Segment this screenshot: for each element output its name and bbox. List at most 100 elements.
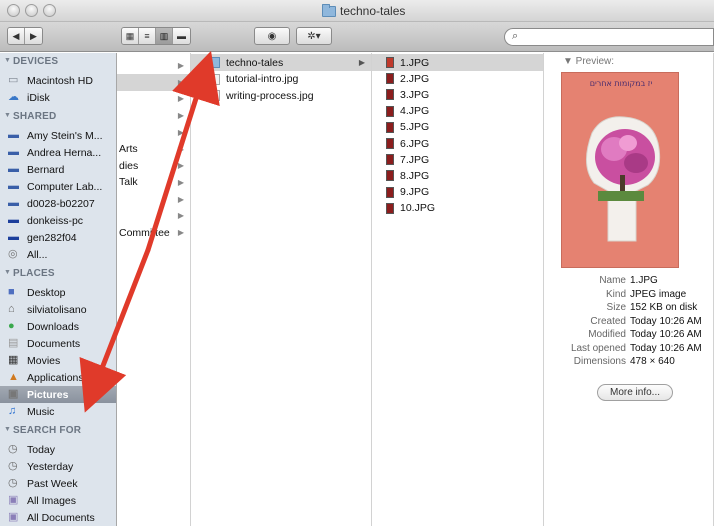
sidebar-item-all[interactable]: ◎ All... bbox=[0, 246, 116, 263]
chevron-right-icon: ▶ bbox=[177, 127, 184, 137]
file-item[interactable]: 9.JPG bbox=[372, 184, 543, 201]
info-value: Today 10:26 AM bbox=[630, 329, 702, 340]
more-info-button[interactable]: More info... bbox=[597, 384, 673, 401]
item-label: 8.JPG bbox=[400, 169, 430, 182]
list-item[interactable]: dies ▶ bbox=[117, 157, 190, 174]
sidebar-item-label: All... bbox=[27, 248, 48, 261]
list-view-button[interactable]: ≡ bbox=[139, 28, 156, 44]
quick-look-button[interactable]: ◉ bbox=[254, 27, 290, 45]
info-key: Name bbox=[599, 275, 626, 286]
desktop-icon: ■ bbox=[8, 286, 15, 298]
info-key: Size bbox=[606, 302, 626, 313]
icon-view-button[interactable]: ▦ bbox=[122, 28, 139, 44]
list-item[interactable]: ▶ bbox=[117, 73, 190, 91]
list-item[interactable]: ▶ bbox=[117, 90, 190, 107]
sidebar-item-documents[interactable]: ▤ Documents bbox=[0, 335, 116, 352]
item-label: 3.JPG bbox=[400, 88, 430, 101]
file-item[interactable]: 5.JPG bbox=[372, 119, 543, 136]
file-item[interactable]: 7.JPG bbox=[372, 151, 543, 168]
file-item[interactable]: writing-process.jpg bbox=[191, 87, 371, 104]
file-item[interactable]: 2.JPG bbox=[372, 70, 543, 87]
window-title-text: techno-tales bbox=[340, 4, 406, 18]
info-row: Dimensions 478 × 640 bbox=[544, 356, 714, 370]
sidebar-item-idisk[interactable]: ☁ iDisk bbox=[0, 89, 116, 106]
folder-item[interactable]: techno-tales ▶ bbox=[191, 54, 371, 71]
sidebar-item-all-images[interactable]: ▣ All Images bbox=[0, 492, 116, 509]
item-label: 10.JPG bbox=[400, 202, 436, 215]
list-item[interactable]: ▶ bbox=[117, 107, 190, 124]
disclosure-triangle-icon[interactable]: ▼ bbox=[4, 112, 11, 119]
smart-folder-icon: ▣ bbox=[8, 511, 19, 523]
search-field[interactable]: ⌕ bbox=[504, 28, 714, 46]
disclosure-triangle-icon[interactable]: ▼ bbox=[4, 57, 11, 64]
sidebar-item-label: Applications bbox=[27, 371, 84, 384]
forward-button[interactable]: ▶ bbox=[25, 28, 42, 44]
minimize-window-button[interactable] bbox=[25, 4, 38, 17]
sidebar-item-desktop[interactable]: ■ Desktop bbox=[0, 284, 116, 301]
list-item[interactable]: Committee ▶ bbox=[117, 224, 190, 241]
item-label: 1.JPG bbox=[400, 56, 430, 69]
sidebar-section-search-for[interactable]: SEARCH FOR ▼ bbox=[4, 425, 81, 436]
disclosure-triangle-icon[interactable]: ▼ bbox=[4, 426, 11, 433]
sidebar-item-pictures[interactable]: ▣ Pictures bbox=[0, 386, 116, 403]
sidebar-section-shared[interactable]: SHARED ▼ bbox=[4, 111, 56, 122]
file-item[interactable]: 4.JPG bbox=[372, 103, 543, 120]
zoom-window-button[interactable] bbox=[43, 4, 56, 17]
info-value: 478 × 640 bbox=[630, 356, 675, 367]
file-item[interactable]: 8.JPG bbox=[372, 167, 543, 184]
action-menu-button[interactable]: ✲▾ bbox=[296, 27, 332, 45]
info-value: 152 KB on disk bbox=[630, 302, 698, 313]
list-item[interactable]: ▶ bbox=[117, 124, 190, 141]
sidebar-item-silviatolisano[interactable]: ⌂ silviatolisano bbox=[0, 301, 116, 318]
list-item[interactable]: Talk ▶ bbox=[117, 174, 190, 191]
info-value: Today 10:26 AM bbox=[630, 315, 702, 327]
file-item[interactable]: 3.JPG bbox=[372, 86, 543, 103]
view-switcher: ▦ ≡ ▥ ▬ bbox=[121, 27, 191, 45]
file-item[interactable]: 6.JPG bbox=[372, 135, 543, 152]
sidebar-item-label: Computer Lab... bbox=[27, 180, 103, 193]
chevron-right-icon: ▶ bbox=[177, 211, 184, 221]
sidebar-item-donkeiss-pc[interactable]: ▬ donkeiss-pc bbox=[0, 212, 116, 229]
sidebar-item-past-week[interactable]: ◷ Past Week bbox=[0, 475, 116, 492]
computer-icon: ▬ bbox=[8, 163, 19, 175]
sidebar-item-label: All Images bbox=[27, 494, 77, 507]
disclosure-triangle-icon[interactable]: ▼ bbox=[4, 269, 11, 276]
list-item[interactable]: ▶ bbox=[117, 191, 190, 208]
sidebar-item-applications[interactable]: ▲ Applications bbox=[0, 369, 116, 386]
file-item[interactable]: tutorial-intro.jpg bbox=[191, 71, 371, 88]
column-view-button[interactable]: ▥ bbox=[156, 28, 173, 44]
info-key: Modified bbox=[588, 329, 626, 340]
sidebar-item-label: Documents bbox=[27, 337, 81, 350]
list-item[interactable]: ▶ bbox=[117, 57, 190, 74]
sidebar-item-music[interactable]: ♫ Music bbox=[0, 403, 116, 420]
sidebar-item-computer-lab[interactable]: ▬ Computer Lab... bbox=[0, 178, 116, 195]
file-item[interactable]: 1.JPG bbox=[372, 54, 543, 71]
sidebar-item-andrea-herna[interactable]: ▬ Andrea Herna... bbox=[0, 144, 116, 161]
computer-icon: ▬ bbox=[8, 146, 19, 158]
preview-pane: ▼ Preview: יז במקומות אחרים Name 1.JPG Kin… bbox=[544, 53, 714, 526]
sidebar-item-today[interactable]: ◷ Today bbox=[0, 441, 116, 458]
sidebar-section-places[interactable]: PLACES ▼ bbox=[4, 268, 55, 279]
image-file-icon bbox=[209, 73, 220, 85]
coverflow-view-button[interactable]: ▬ bbox=[173, 28, 190, 44]
sidebar-item-all-documents[interactable]: ▣ All Documents bbox=[0, 509, 116, 526]
list-item[interactable]: Arts ▶ bbox=[117, 141, 190, 158]
sidebar-item-yesterday[interactable]: ◷ Yesterday bbox=[0, 458, 116, 475]
sidebar-item-movies[interactable]: ▦ Movies bbox=[0, 352, 116, 369]
sidebar-item-macintosh-hd[interactable]: ▭ Macintosh HD bbox=[0, 72, 116, 89]
sidebar-item-amy-stein-s-m[interactable]: ▬ Amy Stein's M... bbox=[0, 127, 116, 144]
nav-buttons: ◀ ▶ bbox=[7, 27, 43, 45]
file-item[interactable]: 10.JPG bbox=[372, 200, 543, 217]
jpeg-file-icon bbox=[386, 202, 394, 214]
chevron-right-icon: ▶ bbox=[177, 77, 184, 87]
back-button[interactable]: ◀ bbox=[8, 28, 25, 44]
close-window-button[interactable] bbox=[7, 4, 20, 17]
info-row: Created Today 10:26 AM bbox=[544, 316, 714, 330]
sidebar-item-bernard[interactable]: ▬ Bernard bbox=[0, 161, 116, 178]
sidebar-item-downloads[interactable]: ● Downloads bbox=[0, 318, 116, 335]
list-item[interactable]: ▶ bbox=[117, 207, 190, 224]
info-row: Last opened Today 10:26 AM bbox=[544, 343, 714, 357]
sidebar-item-d0028-b02207[interactable]: ▬ d0028-b02207 bbox=[0, 195, 116, 212]
sidebar-item-gen282f04[interactable]: ▬ gen282f04 bbox=[0, 229, 116, 246]
sidebar-section-devices[interactable]: DEVICES ▼ bbox=[4, 56, 58, 67]
